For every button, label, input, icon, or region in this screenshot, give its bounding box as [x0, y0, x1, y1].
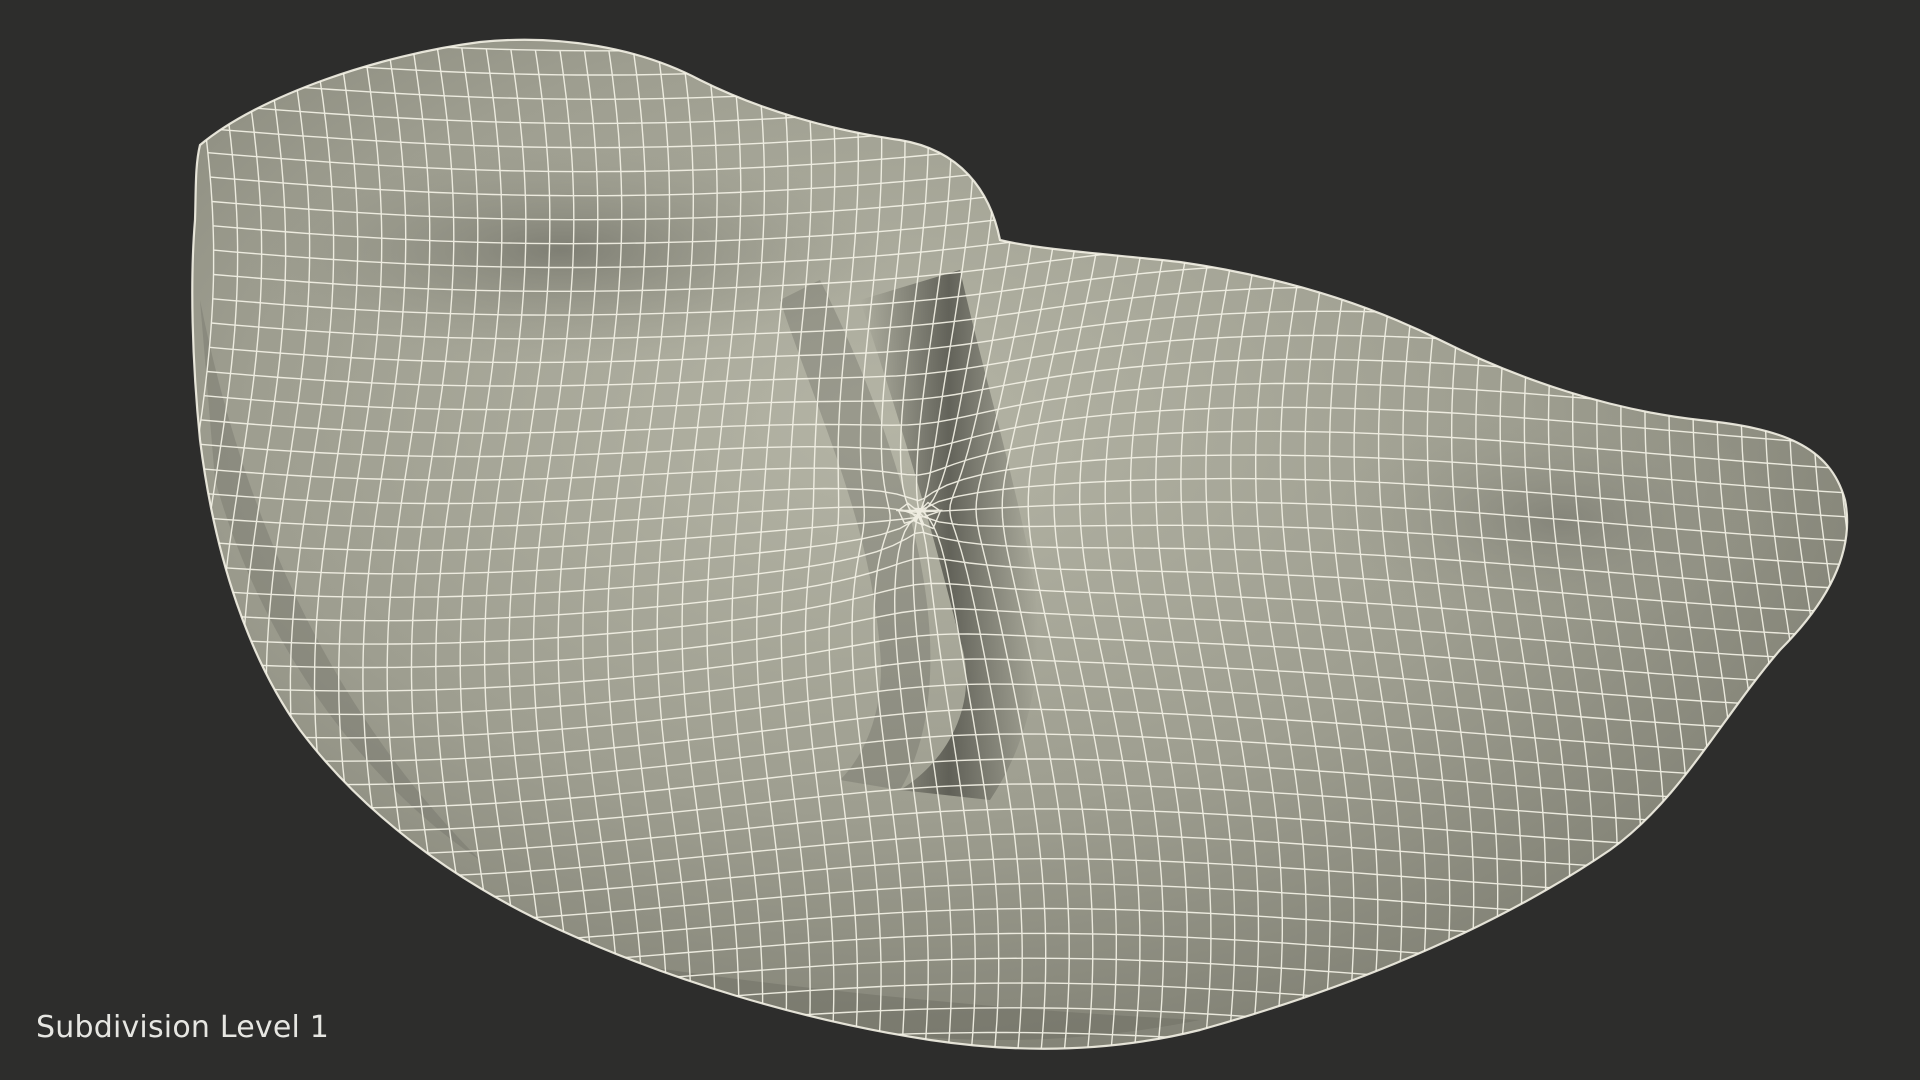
wireframe-line	[1836, 39, 1848, 1049]
wireframe-mesh-render	[191, 38, 1854, 1080]
subdivision-level-caption: Subdivision Level 1	[36, 1010, 330, 1045]
render-viewport: Subdivision Level 1	[0, 0, 1920, 1080]
wireframe-line	[192, 39, 1848, 52]
wireframe-line	[212, 1057, 1854, 1080]
